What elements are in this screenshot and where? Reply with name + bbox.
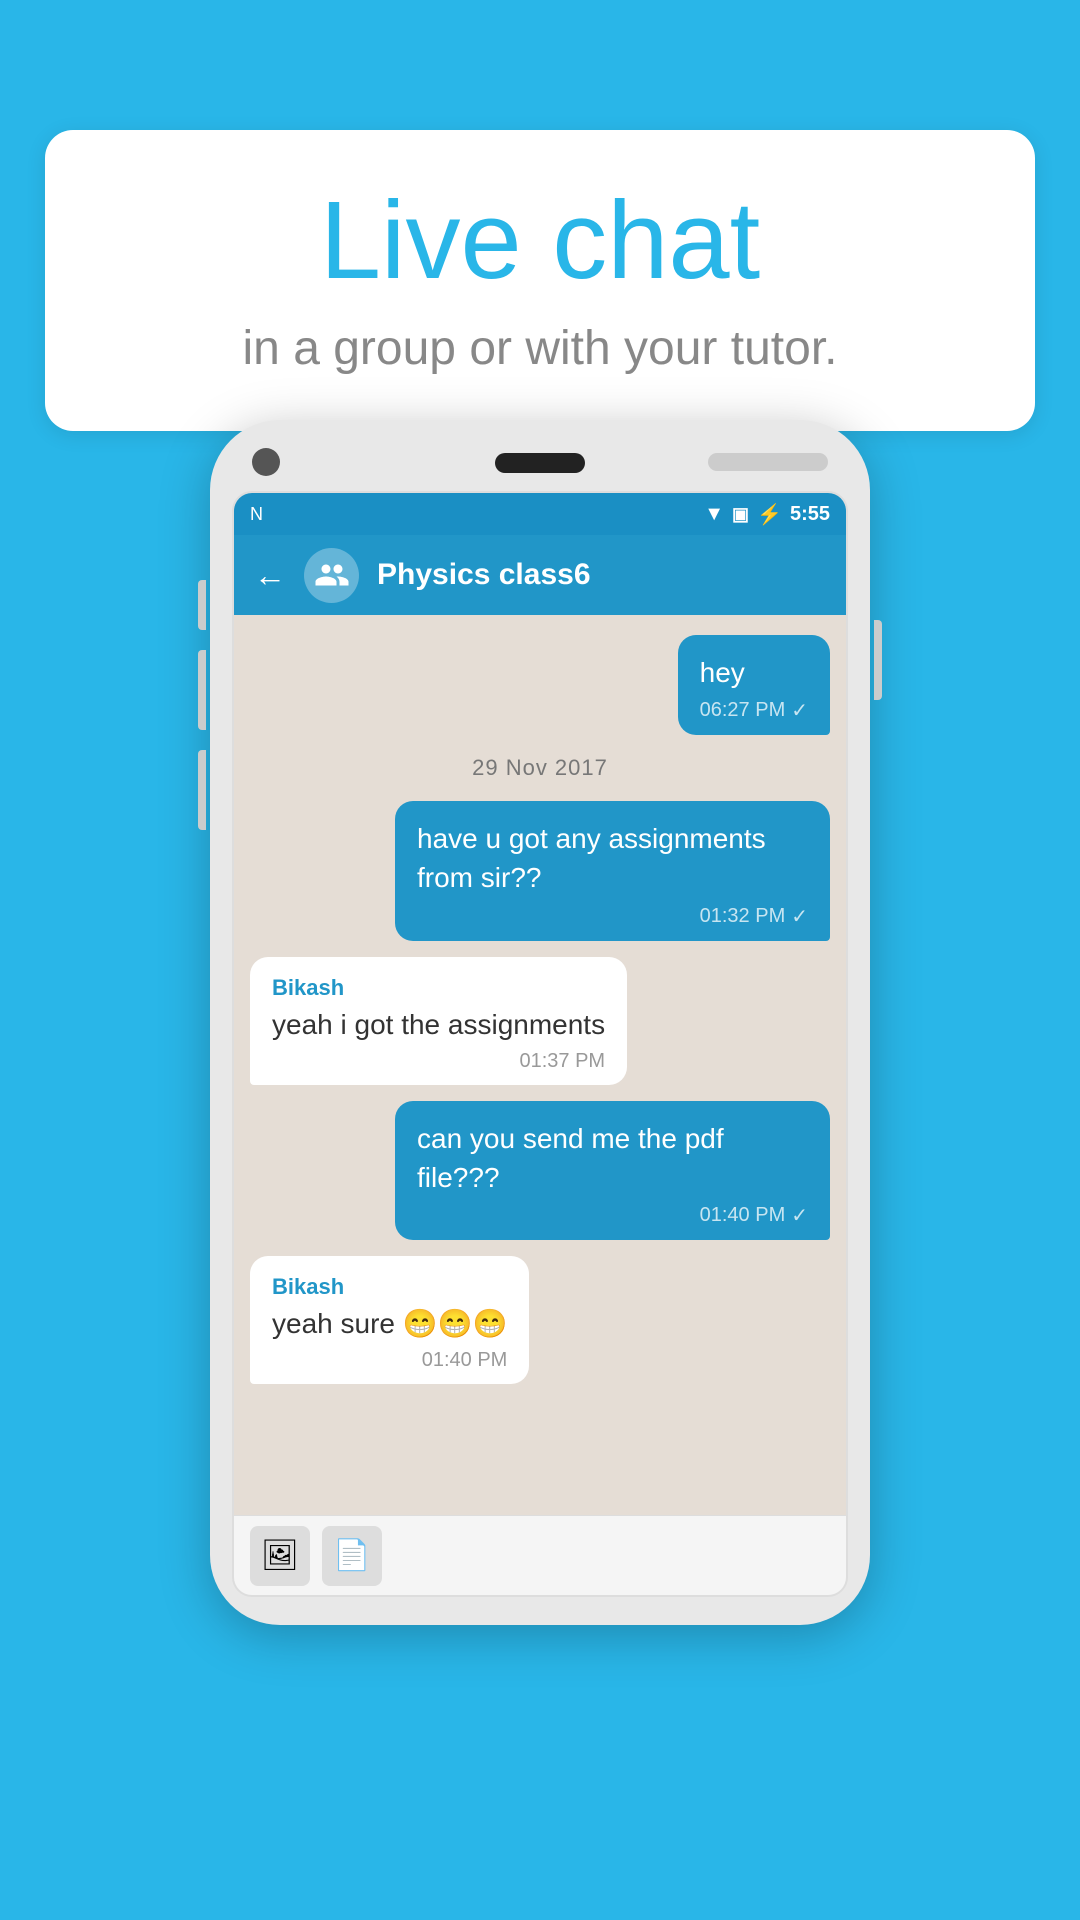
message-text: hey [700,653,808,692]
earpiece [495,453,585,473]
live-chat-subtitle: in a group or with your tutor. [105,321,975,376]
live-chat-title: Live chat [105,180,975,301]
volume-up-button [198,580,206,630]
message-text: yeah i got the assignments [272,1005,605,1044]
phone-mockup: N ▼ ▣ ⚡ 5:55 ← Physics class6 [80,420,1000,1920]
notification-icon: N [250,504,263,525]
message-meta: 01:40 PM [272,1349,507,1372]
message-meta: 01:40 PM ✓ [417,1203,808,1228]
phone-top-detail [232,448,848,491]
front-camera [252,448,280,476]
message-text: have u got any assignments from sir?? [417,819,808,897]
doc-attach-button[interactable]: 📄 [322,1526,382,1586]
message-time: 01:40 PM [700,1204,786,1227]
status-left: N [250,504,263,525]
chat-header: ← Physics class6 [234,535,846,615]
message-time: 01:40 PM [422,1349,508,1372]
date-divider: 29 Nov 2017 [250,755,830,781]
message-text: yeah sure 😁😁😁 [272,1304,507,1343]
status-right: ▼ ▣ ⚡ 5:55 [704,502,830,527]
group-avatar [304,548,359,603]
chat-title: Physics class6 [377,558,591,592]
read-check: ✓ [791,698,808,723]
speaker-grill [708,453,828,471]
received-bubble: Bikash yeah sure 😁😁😁 01:40 PM [250,1256,529,1384]
read-check: ✓ [791,1203,808,1228]
signal-icon: ▣ [732,504,749,525]
read-check: ✓ [791,904,808,929]
doc-icon: 📄 [333,1538,370,1573]
message-meta: 06:27 PM ✓ [700,698,808,723]
status-bar: N ▼ ▣ ⚡ 5:55 [234,493,846,535]
sent-message: hey 06:27 PM ✓ [250,635,830,735]
volume-down-button [198,650,206,730]
chat-input-bar: 🖼 📄 [234,1515,846,1595]
speech-bubble: Live chat in a group or with your tutor. [45,130,1035,431]
image-icon: 🖼 [261,1538,299,1573]
message-meta: 01:37 PM [272,1050,605,1073]
message-time: 06:27 PM [700,699,786,722]
sender-name: Bikash [272,1274,507,1300]
message-time: 01:37 PM [519,1050,605,1073]
phone-screen: N ▼ ▣ ⚡ 5:55 ← Physics class6 [232,491,848,1597]
sent-bubble: have u got any assignments from sir?? 01… [395,801,830,940]
status-time: 5:55 [790,503,830,526]
message-text: can you send me the pdf file??? [417,1119,808,1197]
silent-button [198,750,206,830]
sent-message: have u got any assignments from sir?? 01… [250,801,830,940]
received-message: Bikash yeah i got the assignments 01:37 … [250,957,830,1085]
message-time: 01:32 PM [700,905,786,928]
sent-bubble: hey 06:27 PM ✓ [678,635,830,735]
chat-area[interactable]: hey 06:27 PM ✓ 29 Nov 2017 have u got an… [234,615,846,1515]
sent-message: can you send me the pdf file??? 01:40 PM… [250,1101,830,1240]
received-message: Bikash yeah sure 😁😁😁 01:40 PM [250,1256,830,1384]
received-bubble: Bikash yeah i got the assignments 01:37 … [250,957,627,1085]
image-attach-button[interactable]: 🖼 [250,1526,310,1586]
battery-icon: ⚡ [757,502,782,527]
group-icon [314,557,350,593]
phone-body: N ▼ ▣ ⚡ 5:55 ← Physics class6 [210,420,870,1625]
sent-bubble: can you send me the pdf file??? 01:40 PM… [395,1101,830,1240]
wifi-icon: ▼ [704,503,724,526]
sender-name: Bikash [272,975,605,1001]
back-button[interactable]: ← [254,557,286,594]
power-button [874,620,882,700]
message-meta: 01:32 PM ✓ [417,904,808,929]
